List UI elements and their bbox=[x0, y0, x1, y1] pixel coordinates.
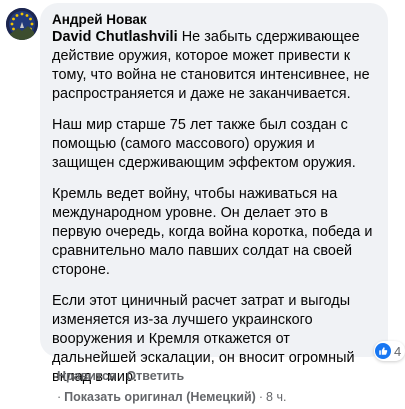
comment-paragraph-3: Кремль ведет войну, чтобы наживаться на … bbox=[52, 186, 373, 278]
mention-link[interactable]: David Chutlashvili bbox=[52, 29, 178, 45]
actions-row-1: Нравится · Ответить bbox=[57, 368, 286, 384]
reply-button[interactable]: Ответить bbox=[126, 369, 184, 383]
show-original-button[interactable]: Показать оригинал (Немецкий) bbox=[64, 390, 256, 404]
avatar-image bbox=[6, 8, 38, 40]
comment-paragraph-1: David Chutlashvili Не забыть сдерживающе… bbox=[52, 28, 376, 104]
actions-row-2: · Показать оригинал (Немецкий) · 8 ч. bbox=[57, 389, 286, 405]
comment-paragraph-2: Наш мир старше 75 лет также был создан с… bbox=[52, 117, 356, 171]
like-button[interactable]: Нравится bbox=[57, 369, 116, 383]
reaction-count: 4 bbox=[394, 343, 402, 359]
timestamp[interactable]: 8 ч. bbox=[266, 390, 286, 404]
separator: · bbox=[119, 369, 124, 383]
avatar[interactable] bbox=[6, 8, 38, 40]
separator: · bbox=[258, 390, 264, 404]
comment-actions: Нравится · Ответить · Показать оригинал (Не… bbox=[57, 368, 286, 405]
reaction-badge[interactable]: 4 bbox=[374, 341, 405, 361]
comment-bubble: Андрей Новак David Chutlashvili Не забыт… bbox=[40, 3, 388, 385]
comment-author[interactable]: Андрей Новак bbox=[52, 11, 376, 28]
separator: · bbox=[57, 390, 62, 404]
like-icon bbox=[375, 343, 391, 359]
